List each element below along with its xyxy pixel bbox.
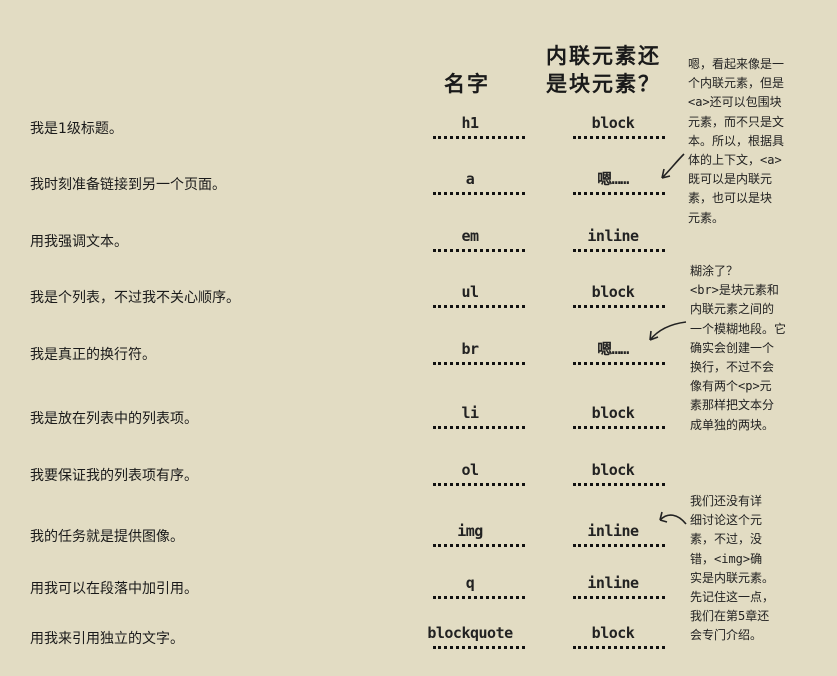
type-answer-line: [573, 596, 665, 599]
type-answer-line: [573, 544, 665, 547]
name-answer-line: [433, 192, 525, 195]
table-row: 我的任务就是提供图像。 img inline: [0, 522, 690, 568]
type-answer-line: [573, 646, 665, 649]
name-answer-line: [433, 544, 525, 547]
element-name-answer: h1: [461, 114, 479, 132]
row-description: 我的任务就是提供图像。: [30, 529, 184, 545]
annotation-a-element: 嗯，看起来像是一 个内联元素，但是 <a>还可以包围块 元素，而不只是文 本。所…: [688, 57, 785, 225]
element-type-answer: block: [591, 461, 635, 479]
column-header-name: 名字: [444, 72, 490, 96]
element-name-answer: blockquote: [427, 624, 513, 642]
name-answer-line: [433, 305, 525, 308]
arrow-to-br-answer-icon: [649, 321, 687, 341]
element-type-answer: block: [591, 114, 635, 132]
name-answer-line: [433, 136, 525, 139]
arrow-to-a-answer-icon: [661, 153, 685, 179]
name-answer-line: [433, 362, 525, 365]
type-answer-line: [573, 249, 665, 252]
type-answer-line: [573, 362, 665, 365]
element-type-answer: inline: [587, 574, 639, 592]
row-description: 我是真正的换行符。: [30, 347, 156, 363]
element-name-answer: br: [461, 340, 479, 358]
element-type-answer: inline: [587, 227, 639, 245]
row-description: 我是个列表，不过我不关心顺序。: [30, 290, 240, 306]
row-description: 我是放在列表中的列表项。: [30, 411, 198, 427]
row-description: 用我可以在段落中加引用。: [30, 581, 198, 597]
element-name-answer: q: [465, 574, 475, 592]
table-row: 我是真正的换行符。 br 嗯……: [0, 340, 690, 386]
row-description: 我要保证我的列表项有序。: [30, 468, 198, 484]
type-answer-line: [573, 483, 665, 486]
element-name-answer: a: [465, 170, 475, 188]
table-row: 用我可以在段落中加引用。 q inline: [0, 574, 690, 620]
element-name-answer: ul: [461, 283, 479, 301]
element-name-answer: em: [461, 227, 479, 245]
name-answer-line: [433, 596, 525, 599]
table-row: 我是1级标题。 h1 block: [0, 114, 690, 160]
name-answer-line: [433, 426, 525, 429]
table-row: 我要保证我的列表项有序。 ol block: [0, 461, 690, 507]
element-name-answer: img: [457, 522, 483, 540]
table-row: 我是个列表，不过我不关心顺序。 ul block: [0, 283, 690, 329]
annotation-img-element: 我们还没有详 细讨论这个元 素，不过，没 错，<img>确 实是内联元素。 先记…: [690, 494, 775, 643]
element-type-answer: block: [591, 283, 635, 301]
arrow-to-img-answer-icon: [659, 511, 687, 525]
row-description: 我时刻准备链接到另一个页面。: [30, 177, 226, 193]
table-row: 我是放在列表中的列表项。 li block: [0, 404, 690, 450]
type-answer-line: [573, 305, 665, 308]
column-header-inline-or-block: 内联元素还 是块元素？: [546, 44, 661, 96]
annotation-br-element: 糊涂了？ <br>是块元素和 内联元素之间的 一个模糊地段。它 确实会创建一个 …: [690, 264, 787, 432]
table-row: 我时刻准备链接到另一个页面。 a 嗯……: [0, 170, 690, 216]
row-description: 用我强调文本。: [30, 234, 128, 250]
element-name-answer: ol: [461, 461, 479, 479]
element-type-answer: block: [591, 624, 635, 642]
element-name-answer: li: [461, 404, 479, 422]
name-answer-line: [433, 483, 525, 486]
type-answer-line: [573, 426, 665, 429]
name-answer-line: [433, 249, 525, 252]
type-answer-line: [573, 136, 665, 139]
name-answer-line: [433, 646, 525, 649]
table-row: 用我强调文本。 em inline: [0, 227, 690, 273]
row-description: 我是1级标题。: [30, 121, 123, 137]
table-row: 用我来引用独立的文字。 blockquote block: [0, 624, 690, 670]
type-answer-line: [573, 192, 665, 195]
row-description: 用我来引用独立的文字。: [30, 631, 184, 647]
element-type-answer: block: [591, 404, 635, 422]
